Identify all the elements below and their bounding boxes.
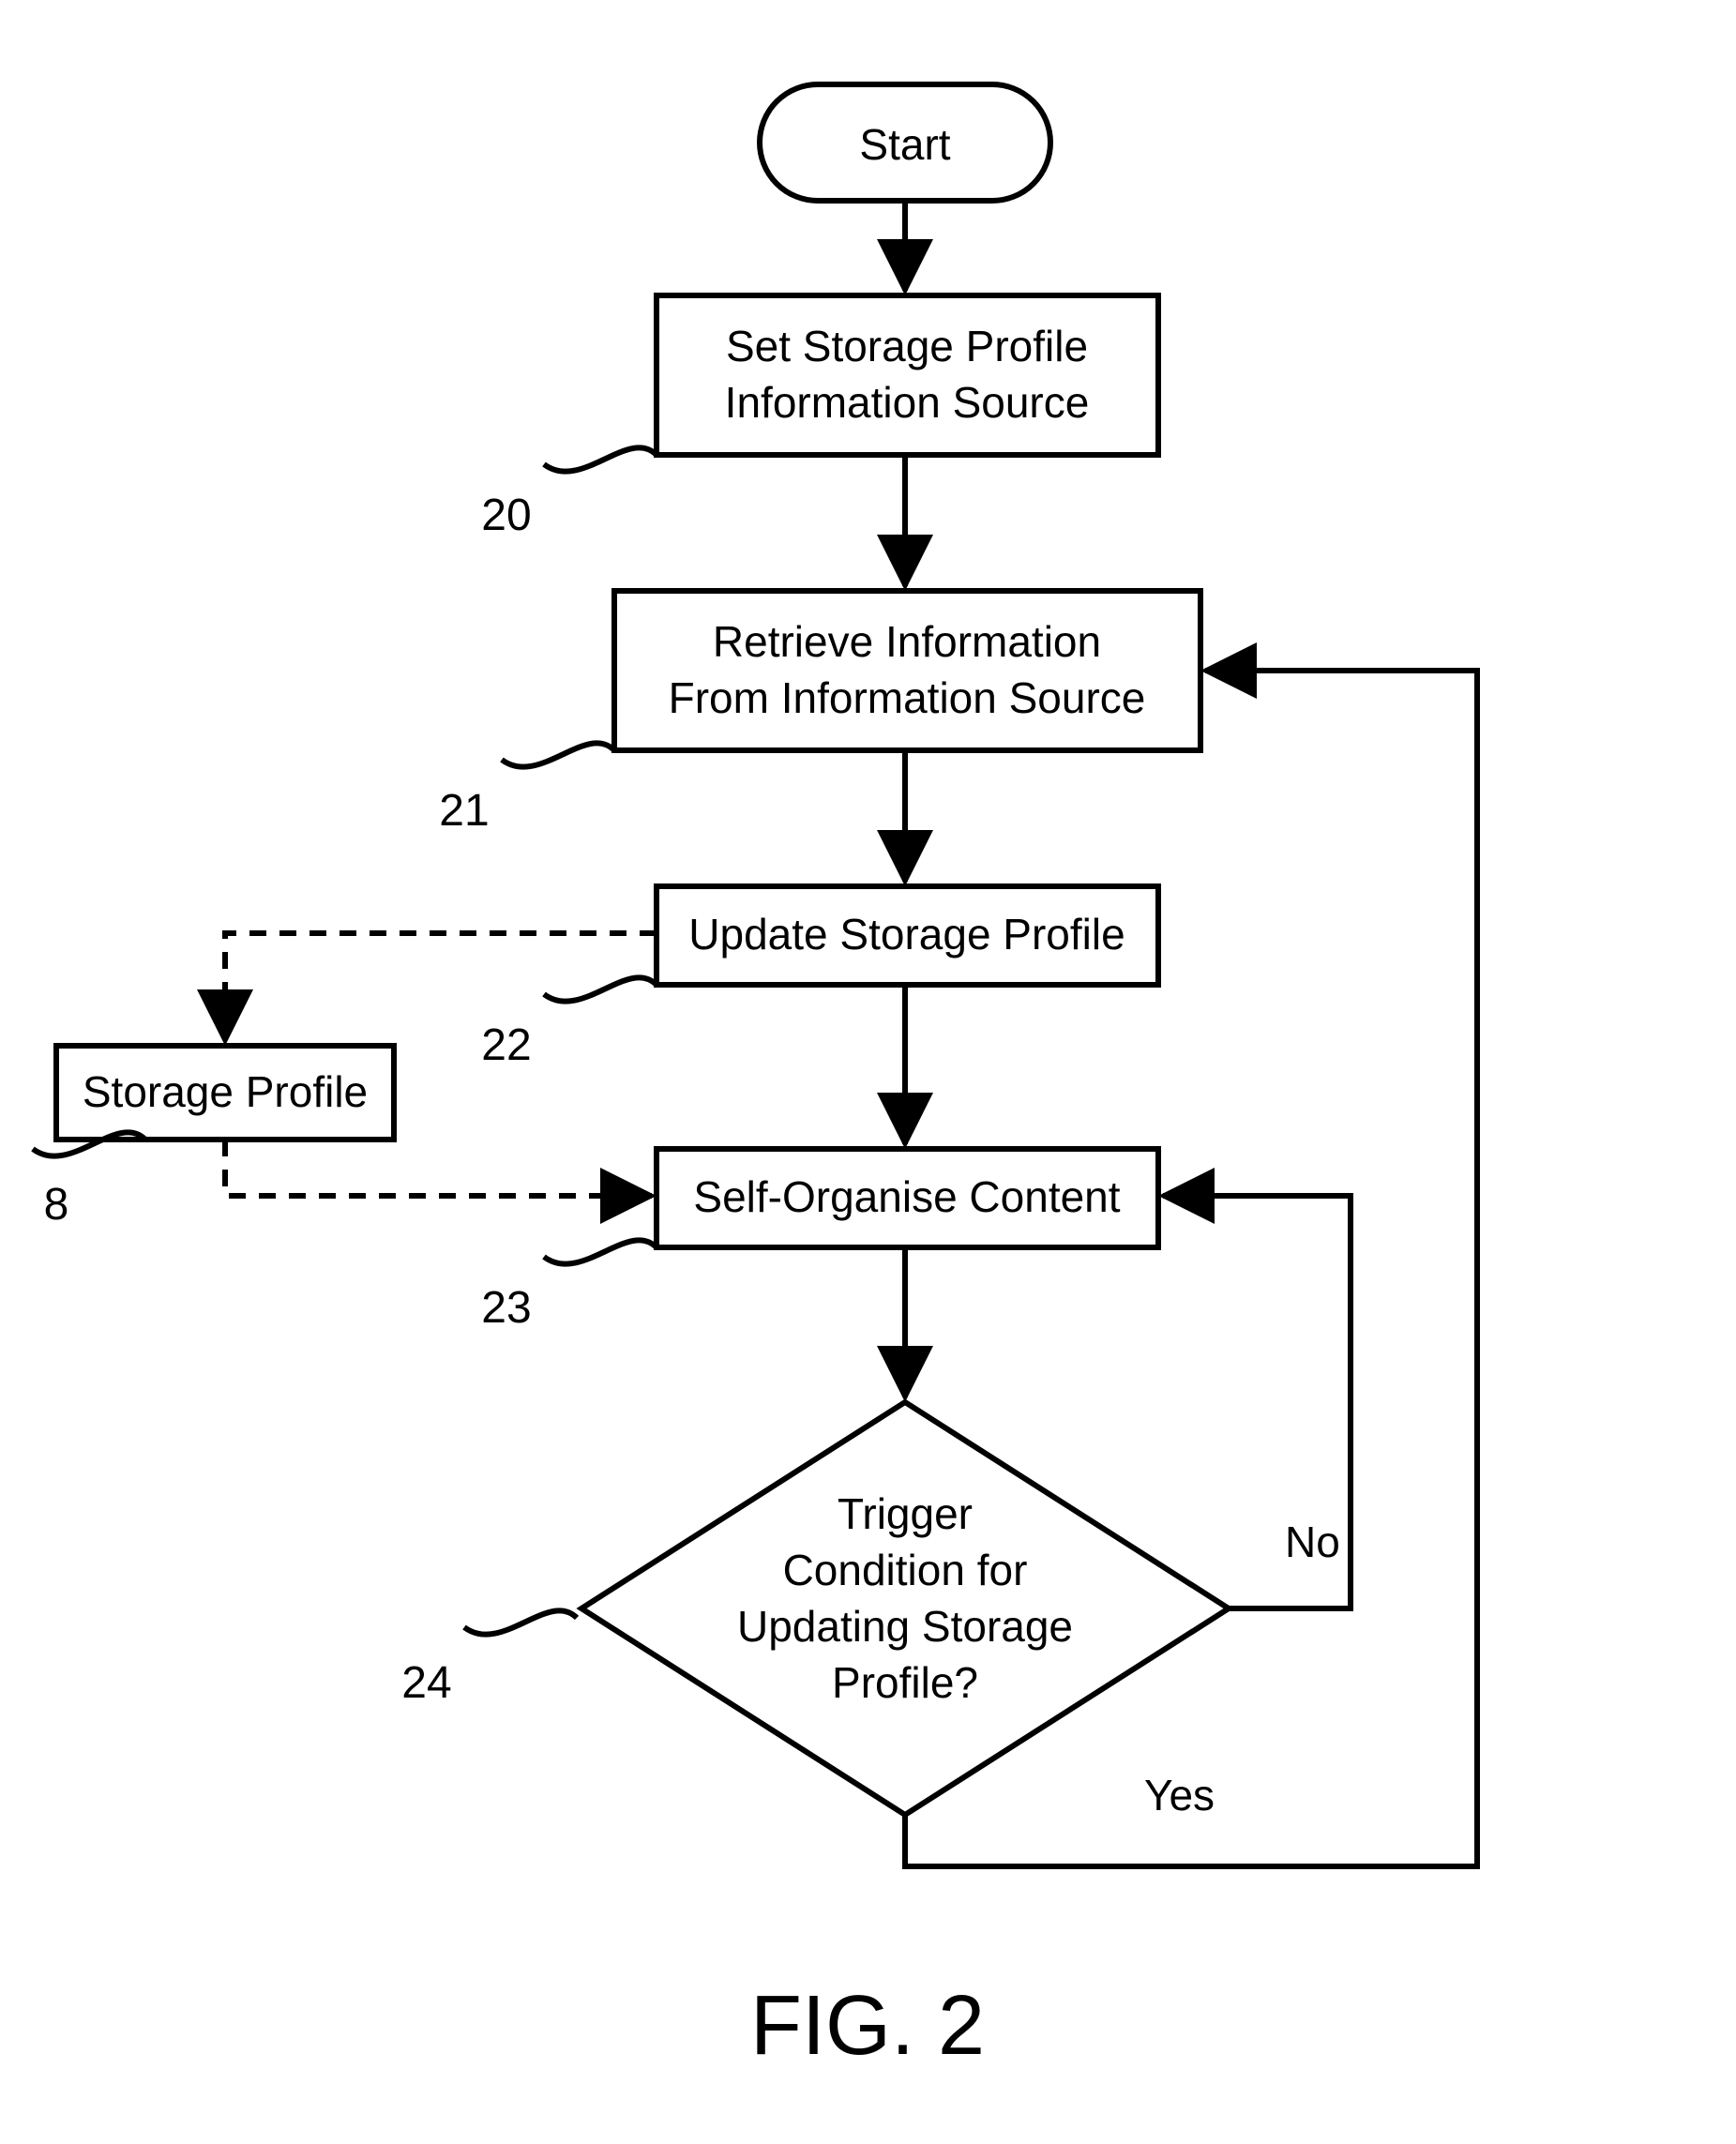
process-22: Update Storage Profile 22: [481, 886, 1158, 1070]
start-node: Start: [760, 84, 1050, 201]
figure-label: FIG. 2: [750, 1979, 985, 2073]
decision-24-line2: Condition for: [783, 1546, 1028, 1594]
ref-23: 23: [481, 1283, 531, 1333]
edge-no-label: No: [1285, 1517, 1340, 1566]
process-21-line2: From Information Source: [669, 673, 1146, 722]
ref-24: 24: [401, 1658, 451, 1708]
process-20: Set Storage Profile Information Source 2…: [481, 295, 1158, 540]
process-22-line1: Update Storage Profile: [688, 910, 1125, 959]
process-23-line1: Self-Organise Content: [693, 1172, 1120, 1221]
process-21-line1: Retrieve Information: [713, 617, 1101, 666]
edge-no: No: [1163, 1196, 1351, 1608]
process-23: Self-Organise Content 23: [481, 1149, 1158, 1333]
ref-21: 21: [439, 786, 489, 836]
decision-24-line1: Trigger: [838, 1489, 973, 1538]
flowchart-canvas: Start Set Storage Profile Information So…: [0, 0, 1736, 2144]
process-20-line1: Set Storage Profile: [726, 322, 1088, 370]
edge-sp-to-23: [225, 1140, 652, 1196]
process-21: Retrieve Information From Information So…: [439, 591, 1200, 836]
decision-24-line3: Updating Storage: [737, 1602, 1073, 1651]
decision-24-line4: Profile?: [832, 1658, 978, 1707]
storage-profile-label: Storage Profile: [83, 1067, 368, 1116]
edge-22-to-sp: [225, 933, 657, 1041]
start-label: Start: [859, 120, 950, 169]
storage-profile-box: Storage Profile 8: [33, 1046, 394, 1230]
process-20-line2: Information Source: [725, 378, 1090, 427]
ref-8: 8: [44, 1180, 69, 1230]
ref-20: 20: [481, 491, 531, 540]
ref-22: 22: [481, 1020, 531, 1070]
decision-24: Trigger Condition for Updating Storage P…: [401, 1402, 1229, 1815]
edge-yes-label: Yes: [1144, 1771, 1215, 1819]
